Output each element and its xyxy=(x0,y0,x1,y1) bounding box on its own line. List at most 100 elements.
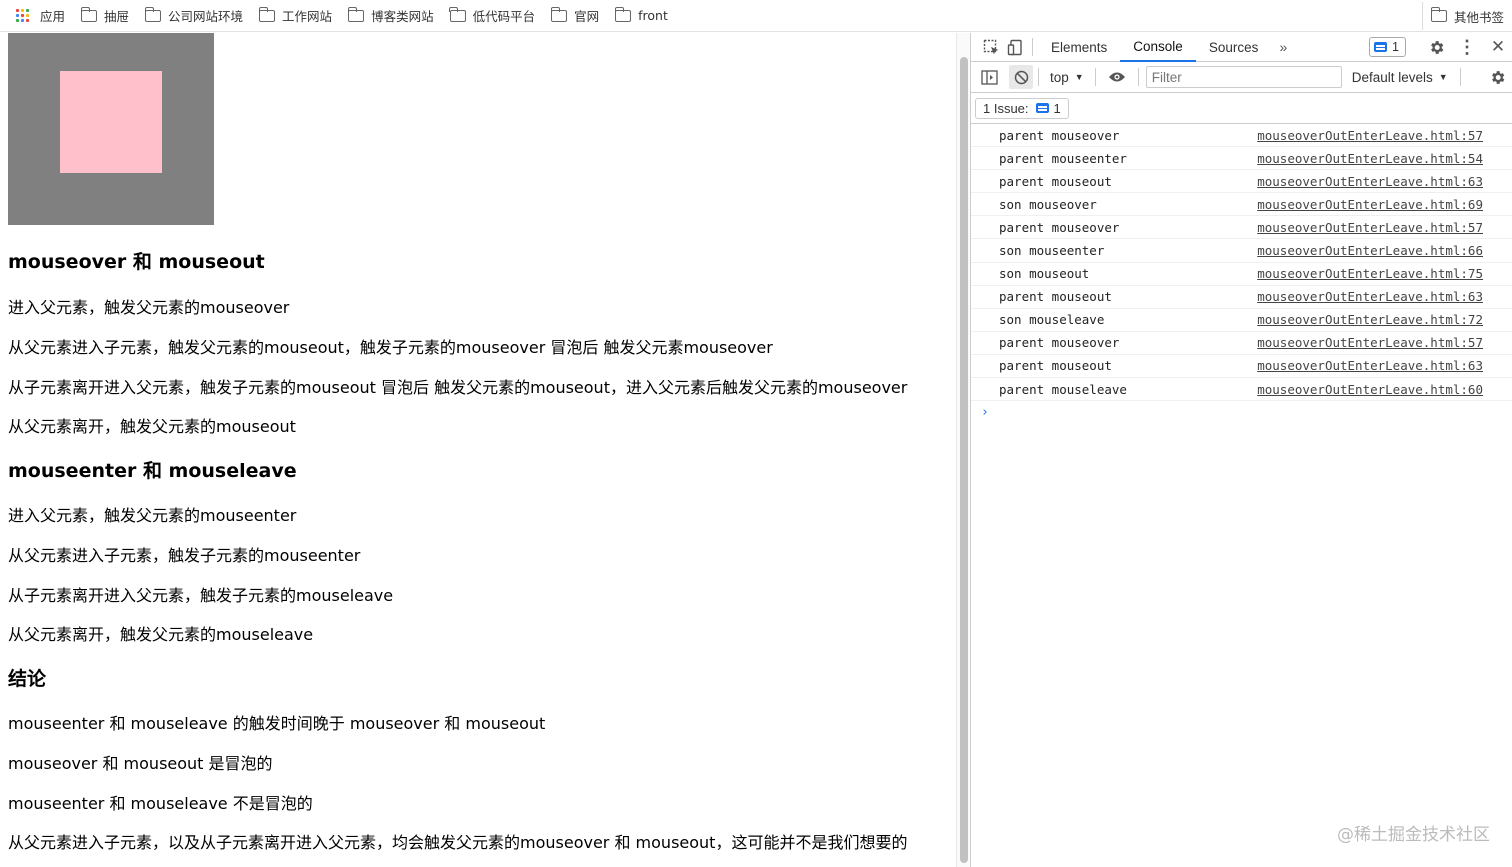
bookmarks-bar: 应用 抽屉 公司网站环境 工作网站 博客类网站 低代码平台 官网 front 其… xyxy=(0,0,1512,32)
issues-counter: 1 xyxy=(1392,40,1399,54)
dropdown-arrow-icon: ▼ xyxy=(1074,72,1084,82)
parent-box[interactable] xyxy=(8,33,214,225)
paragraph: 进入父元素，触发父元素的mouseover xyxy=(8,298,290,317)
inspect-element-icon[interactable] xyxy=(979,35,1003,59)
folder-icon xyxy=(449,6,466,22)
paragraph: 从父元素进入子元素，触发父元素的mouseout，触发子元素的mouseover… xyxy=(8,338,773,357)
devtools-tabbar: Elements Console Sources » 1 ⋮ ✕ xyxy=(971,33,1512,62)
apps-grid-icon xyxy=(16,8,30,23)
close-icon[interactable]: ✕ xyxy=(1486,35,1510,59)
folder-icon xyxy=(1430,7,1447,22)
log-source-link[interactable]: mouseoverOutEnterLeave.html:75 xyxy=(1257,266,1483,281)
sidebar-toggle-icon[interactable] xyxy=(977,65,1001,89)
separator xyxy=(1094,68,1096,86)
context-selector[interactable]: top ▼ xyxy=(1044,70,1090,85)
bookmark-apps-label: 应用 xyxy=(40,9,66,24)
log-message: parent mouseleave xyxy=(999,381,1127,397)
log-message: parent mouseover xyxy=(999,335,1120,351)
console-row: parent mouseover mouseoverOutEnterLeave.h… xyxy=(971,124,1512,148)
tab-elements[interactable]: Elements xyxy=(1038,33,1120,62)
message-icon xyxy=(1035,103,1049,113)
folder-icon xyxy=(614,6,632,22)
log-source-link[interactable]: mouseoverOutEnterLeave.html:60 xyxy=(1257,382,1483,397)
page-scrollbar[interactable] xyxy=(956,33,970,867)
clear-console-icon[interactable] xyxy=(1009,65,1033,89)
bookmark-folder[interactable]: 公司网站环境 xyxy=(137,2,251,30)
bookmark-folder[interactable]: 官网 xyxy=(543,2,607,30)
log-source-link[interactable]: mouseoverOutEnterLeave.html:69 xyxy=(1257,197,1483,212)
message-icon xyxy=(1374,42,1388,52)
log-message: son mouseenter xyxy=(999,243,1105,259)
paragraph: mouseenter 和 mouseleave 不是冒泡的 xyxy=(8,794,313,813)
paragraph: 从父元素离开，触发父元素的mouseout xyxy=(8,417,296,436)
paragraph: mouseenter 和 mouseleave 的触发时间晚于 mouseove… xyxy=(8,714,546,733)
context-selector-label: top xyxy=(1050,69,1069,85)
heading-conclusion: 结论 xyxy=(8,668,47,690)
bookmark-folder[interactable]: 博客类网站 xyxy=(340,2,442,30)
log-message: son mouseleave xyxy=(999,312,1105,328)
bookmark-label: 工作网站 xyxy=(282,9,333,24)
log-source-link[interactable]: mouseoverOutEnterLeave.html:66 xyxy=(1257,243,1483,258)
page-scrollbar-thumb[interactable] xyxy=(960,57,968,863)
paragraph: 从父元素进入子元素，触发子元素的mouseenter xyxy=(8,546,361,565)
issues-button[interactable]: 1 Issue: 1 xyxy=(975,97,1069,119)
bookmark-label: 官网 xyxy=(574,9,600,24)
log-source-link[interactable]: mouseoverOutEnterLeave.html:57 xyxy=(1257,335,1483,350)
log-source-link[interactable]: mouseoverOutEnterLeave.html:63 xyxy=(1257,289,1483,304)
console-messages: parent mouseover mouseoverOutEnterLeave.h… xyxy=(971,124,1512,423)
bookmark-folder[interactable]: 工作网站 xyxy=(251,2,340,30)
settings-gear-icon[interactable] xyxy=(1424,35,1448,59)
paragraph: 从父元素进入子元素，以及从子元素离开进入父元素，均会触发父元素的mouseove… xyxy=(8,833,908,852)
log-source-link[interactable]: mouseoverOutEnterLeave.html:72 xyxy=(1257,312,1483,327)
bookmark-apps[interactable]: 应用 xyxy=(0,2,73,30)
folder-icon xyxy=(80,6,98,22)
log-message: parent mouseout xyxy=(999,289,1112,305)
other-bookmarks[interactable]: 其他书签 xyxy=(1421,2,1512,30)
device-toolbar-icon[interactable] xyxy=(1003,35,1027,59)
folder-icon xyxy=(258,6,276,22)
console-toolbar: top ▼ Default levels ▼ xyxy=(971,62,1512,93)
tab-sources[interactable]: Sources xyxy=(1196,33,1272,62)
log-source-link[interactable]: mouseoverOutEnterLeave.html:63 xyxy=(1257,358,1483,373)
log-source-link[interactable]: mouseoverOutEnterLeave.html:57 xyxy=(1257,220,1483,235)
prompt-chevron-icon: › xyxy=(981,404,989,420)
console-row: parent mouseover mouseoverOutEnterLeave.h… xyxy=(971,216,1512,240)
bookmark-folder[interactable]: 低代码平台 xyxy=(442,2,544,30)
more-tabs-icon[interactable]: » xyxy=(1271,35,1295,59)
paragraph: 进入父元素，触发父元素的mouseenter xyxy=(8,506,297,525)
bookmark-folder[interactable]: 抽屉 xyxy=(73,2,137,30)
console-prompt[interactable]: › xyxy=(971,401,1512,423)
console-row: parent mouseleave mouseoverOutEnterLeave.… xyxy=(971,378,1512,402)
issues-label: 1 Issue: xyxy=(983,100,1029,116)
watermark: @稀土掘金技术社区 xyxy=(1337,825,1490,845)
log-message: son mouseover xyxy=(999,196,1097,212)
live-expression-eye-icon[interactable] xyxy=(1105,65,1129,89)
log-source-link[interactable]: mouseoverOutEnterLeave.html:63 xyxy=(1257,174,1483,189)
console-row: parent mouseover mouseoverOutEnterLeave.h… xyxy=(971,332,1512,355)
tab-console[interactable]: Console xyxy=(1120,33,1196,62)
console-row: parent mouseenter mouseoverOutEnterLeave.… xyxy=(971,147,1512,171)
heading-enter-leave: mouseenter 和 mouseleave xyxy=(8,460,297,482)
dropdown-arrow-icon: ▼ xyxy=(1438,72,1448,82)
console-settings-gear-icon[interactable] xyxy=(1485,65,1509,89)
bookmark-label: 低代码平台 xyxy=(472,9,536,24)
issues-counter-badge[interactable]: 1 xyxy=(1369,37,1406,57)
folder-icon xyxy=(550,6,568,22)
son-box[interactable] xyxy=(60,71,162,173)
separator xyxy=(1137,68,1139,86)
log-source-link[interactable]: mouseoverOutEnterLeave.html:57 xyxy=(1257,128,1483,143)
issues-count: 1 xyxy=(1053,100,1061,116)
separator xyxy=(1032,38,1033,56)
console-row: parent mouseout mouseoverOutEnterLeave.ht… xyxy=(971,286,1512,309)
bookmark-folder[interactable]: front xyxy=(607,2,676,30)
heading-over-out: mouseover 和 mouseout xyxy=(8,251,265,273)
log-message: son mouseout xyxy=(999,266,1090,282)
log-message: parent mouseover xyxy=(999,127,1120,143)
console-row: son mouseout mouseoverOutEnterLeave.html:… xyxy=(971,263,1512,286)
log-source-link[interactable]: mouseoverOutEnterLeave.html:54 xyxy=(1257,151,1483,166)
bookmark-label: front xyxy=(638,8,668,23)
bookmark-label: 抽屉 xyxy=(104,9,130,24)
filter-input[interactable] xyxy=(1145,66,1342,88)
log-levels-dropdown[interactable]: Default levels ▼ xyxy=(1352,70,1448,85)
kebab-menu-icon[interactable]: ⋮ xyxy=(1455,35,1479,59)
